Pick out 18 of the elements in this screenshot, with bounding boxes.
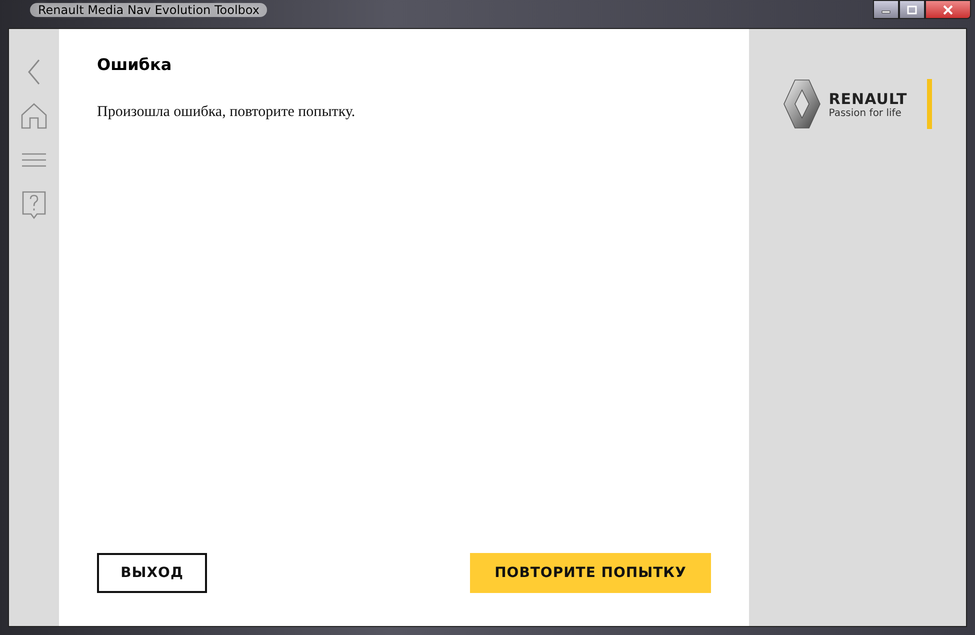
help-icon[interactable] (22, 191, 46, 219)
window-title: Renault Media Nav Evolution Toolbox (30, 3, 268, 17)
accent-bar (927, 79, 932, 129)
brand-name: RENAULT (828, 90, 908, 108)
error-message: Произошла ошибка, повторите попытку. (97, 104, 356, 121)
back-icon[interactable] (27, 59, 41, 85)
maximize-icon (906, 4, 918, 14)
retry-button[interactable]: ПОВТОРИТЕ ПОПЫТКУ (470, 553, 711, 593)
home-icon[interactable] (21, 103, 47, 129)
diamond-logo-icon (782, 79, 821, 129)
close-button[interactable] (925, 0, 971, 19)
brand-tagline: Passion for life (828, 108, 902, 118)
exit-button[interactable]: ВЫХОД (97, 553, 207, 593)
maximize-button[interactable] (899, 0, 925, 19)
menu-icon[interactable] (22, 153, 46, 167)
minimize-button[interactable] (873, 0, 899, 19)
error-heading: Ошибка (97, 55, 173, 74)
close-icon (942, 4, 954, 14)
